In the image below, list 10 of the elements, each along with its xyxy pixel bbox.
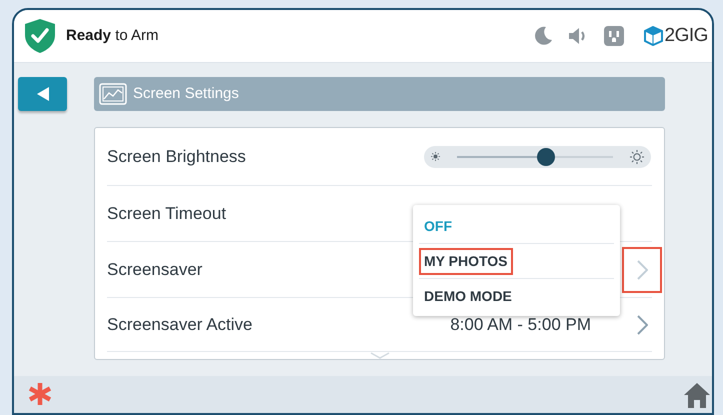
dropdown-option[interactable]: DEMO MODE [419,283,517,310]
setting-label: Screen Timeout [107,202,226,225]
setting-label: Screensaver [107,258,202,281]
setting-label: Screen Brightness [107,146,246,168]
page-title: Screen Settings [133,84,239,104]
setting-label: Screensaver Active [107,314,253,336]
brand-logo-text: 2GIG [664,24,708,48]
arm-status: Ready to Arm [66,26,159,46]
setting-value: 8:00 AM - 5:00 PM [450,314,591,336]
dropdown-option[interactable]: MY PHOTOS [419,248,513,274]
